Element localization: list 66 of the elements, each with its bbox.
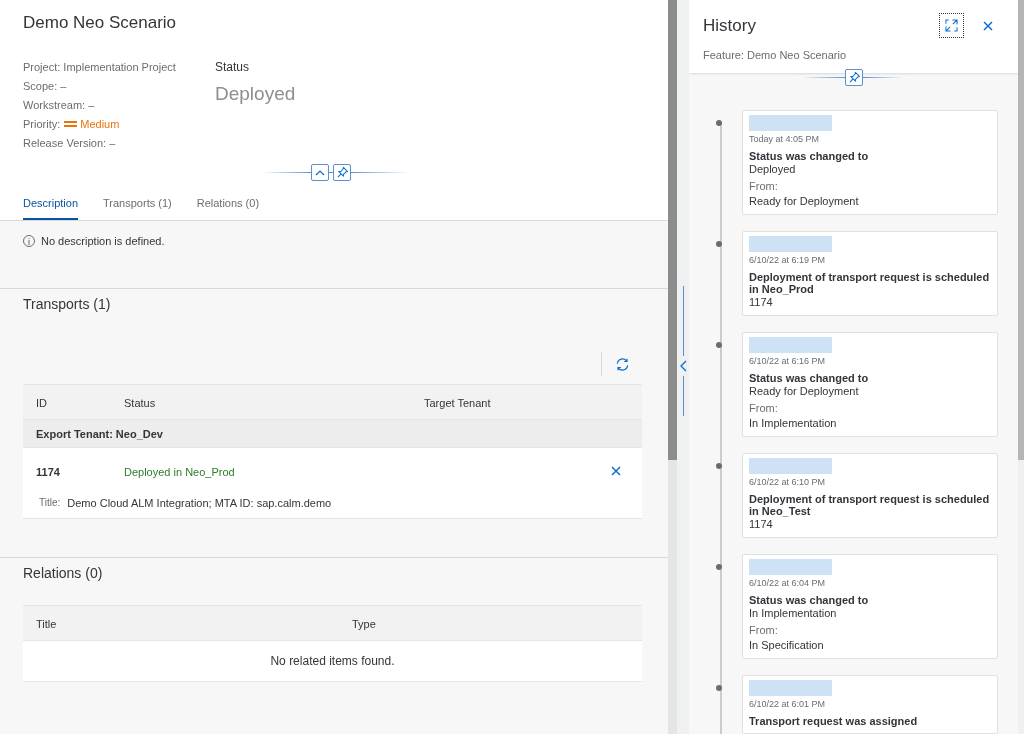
entry-title: Status was changed to	[749, 150, 870, 162]
column-header: Target Tenant	[424, 397, 491, 409]
detail-value: Demo Cloud ALM Integration; MTA ID: sap.calm.demo	[67, 496, 332, 510]
entry-date: 6/10/22 at 6:10 PM	[749, 476, 826, 488]
entry-value: Deployed	[749, 162, 796, 176]
meta-field: Scope: –	[23, 79, 67, 93]
collapse-button[interactable]	[311, 164, 329, 181]
meta-field: Workstream: –	[23, 98, 95, 112]
entry-value: 1174	[749, 295, 773, 309]
page-title: Demo Neo Scenario	[23, 13, 177, 33]
entry-date: 6/10/22 at 6:19 PM	[749, 254, 826, 266]
transport-status: Deployed in Neo_Prod	[124, 466, 235, 478]
pin-icon	[335, 166, 349, 179]
entry-title: Status was changed to	[749, 372, 870, 384]
from-label: From:	[749, 623, 778, 637]
priority-icon	[64, 121, 78, 127]
pin-icon	[847, 71, 861, 84]
column-header: Title	[36, 618, 57, 630]
from-value: In Implementation	[749, 416, 837, 430]
pin-button[interactable]	[845, 69, 863, 86]
transport-id: 1174	[36, 466, 60, 478]
info-message: No description is defined.	[41, 234, 165, 248]
from-value: In Specification	[749, 638, 824, 652]
column-header: Status	[124, 397, 156, 409]
meta-field: Release Version: –	[23, 136, 116, 150]
from-value: Ready for Deployment	[749, 194, 859, 208]
entry-date: 6/10/22 at 6:16 PM	[749, 355, 826, 367]
chevron-left-icon[interactable]	[679, 360, 687, 372]
remove-button[interactable]	[610, 465, 622, 477]
entry-title: Deployment of transport request is scheduled in Neo_Test	[749, 493, 991, 517]
from-label: From:	[749, 179, 778, 193]
column-header: Type	[352, 618, 376, 630]
entry-title: Transport request was assigned	[749, 715, 919, 727]
column-header: ID	[36, 397, 47, 409]
entry-date: 6/10/22 at 6:01 PM	[749, 698, 826, 710]
entry-date: Today at 4:05 PM	[749, 133, 820, 145]
fullscreen-button[interactable]	[939, 13, 964, 38]
status-value: Deployed	[215, 83, 296, 105]
field-label: Priority:	[23, 117, 61, 131]
section-title: Relations (0)	[23, 565, 103, 582]
entry-value: In Implementation	[749, 606, 837, 620]
entry-value: 1174	[749, 517, 773, 531]
panel-title: History	[703, 15, 756, 36]
scrollbar-thumb[interactable]	[1018, 0, 1024, 460]
scrollbar-thumb[interactable]	[668, 0, 677, 460]
refresh-icon	[614, 356, 630, 372]
entry-title: Status was changed to	[749, 594, 870, 606]
tab[interactable]: Transports (1)	[103, 193, 172, 220]
panel-subtitle: Feature: Demo Neo Scenario	[703, 48, 847, 62]
expand-icon	[945, 19, 958, 32]
entry-value: Ready for Deployment	[749, 384, 859, 398]
entry-title: Deployment of transport request is scheduled in Neo_Prod	[749, 271, 991, 295]
from-label: From:	[749, 401, 778, 415]
priority-value: Medium	[80, 117, 120, 131]
status-label: Status	[215, 60, 250, 74]
group-header: Export Tenant: Neo_Dev	[36, 426, 163, 441]
empty-message: No related items found.	[270, 654, 395, 668]
entry-date: 6/10/22 at 6:04 PM	[749, 577, 826, 589]
tab[interactable]: Relations (0)	[196, 193, 260, 220]
refresh-button[interactable]	[614, 356, 630, 372]
pin-button[interactable]	[333, 164, 351, 181]
close-button[interactable]	[982, 19, 994, 32]
section-title: Transports (1)	[23, 296, 111, 313]
chevron-up-icon	[315, 169, 325, 176]
detail-label: Title:	[39, 496, 61, 510]
meta-field: Project: Implementation Project	[23, 60, 176, 74]
